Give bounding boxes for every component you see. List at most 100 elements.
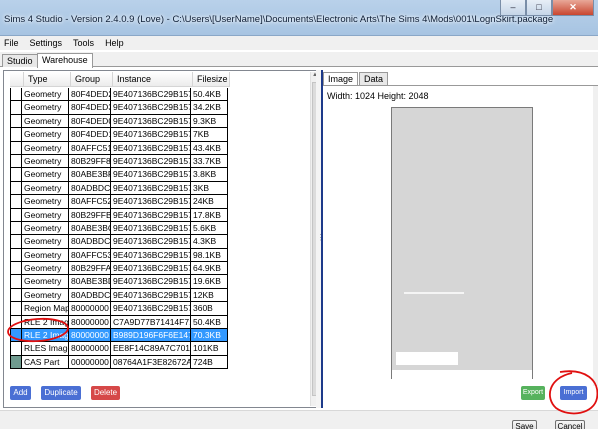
cell-type: RLE 2 Image xyxy=(22,315,69,330)
cell-group: 80ABE3BF xyxy=(69,168,111,182)
tab-data[interactable]: Data xyxy=(359,72,389,85)
row-marker xyxy=(10,114,22,129)
cell-group: 80000000 xyxy=(69,342,111,356)
row-marker xyxy=(10,154,22,169)
row-marker xyxy=(10,275,22,289)
import-button[interactable]: Import xyxy=(560,386,587,400)
cell-group: 80AFFC52 xyxy=(69,195,111,209)
table-row[interactable]: Geometry 80AFFC52 9E407136BC29B157 24KB xyxy=(10,195,228,209)
cell-type: Geometry xyxy=(22,288,69,303)
close-window-button[interactable]: ✕ xyxy=(552,0,594,16)
table-row[interactable]: Geometry 80F4DED1 9E407136BC29B157 7KB xyxy=(10,128,228,142)
title-bar: Sims 4 Studio - Version 2.4.0.9 (Love) -… xyxy=(0,0,598,36)
window-controls: – □ ✕ xyxy=(500,0,594,16)
cell-type: Geometry xyxy=(22,208,69,222)
add-button[interactable]: Add xyxy=(10,386,31,400)
cell-filesize: 43.4KB xyxy=(191,141,228,155)
table-row[interactable]: Geometry 80ADBDC5 9E407136BC29B157 4.3KB xyxy=(10,235,228,249)
table-row[interactable]: Geometry 80ADBDC4 9E407136BC29B157 12KB xyxy=(10,288,228,303)
grid-header: Type Group Instance Filesize xyxy=(10,72,230,87)
row-marker xyxy=(10,342,22,356)
cell-group: 80B29FFB xyxy=(69,208,111,222)
cell-instance: 9E407136BC29B157 xyxy=(111,195,191,209)
preview-scrollbar[interactable] xyxy=(593,86,598,386)
table-row[interactable]: Geometry 80AFFC51 9E407136BC29B157 43.4KB xyxy=(10,141,228,155)
cell-group: 80ADBDC5 xyxy=(69,235,111,249)
tab-image[interactable]: Image xyxy=(323,72,359,85)
cancel-button[interactable]: Cancel xyxy=(555,420,585,429)
cell-type: Geometry xyxy=(22,248,69,263)
cell-instance: 9E407136BC29B157 xyxy=(111,221,191,236)
header-marker xyxy=(10,72,24,87)
tab-studio[interactable]: Studio xyxy=(2,54,38,67)
table-row[interactable]: Geometry 80ABE3BF 9E407136BC29B157 3.8KB xyxy=(10,168,228,182)
table-row[interactable]: Geometry 80F4DED2 9E407136BC29B157 50.4KB xyxy=(10,88,228,102)
table-row[interactable]: Geometry 80ADBDC6 9E407136BC29B157 3KB xyxy=(10,181,228,196)
app-tab-strip: Studio Warehouse xyxy=(0,52,598,68)
table-row[interactable]: Geometry 80AFFC53 9E407136BC29B157 98.1KB xyxy=(10,248,228,263)
row-marker xyxy=(10,181,22,196)
table-row[interactable]: CAS Part 00000000 08764A1F3E82672A 724B xyxy=(10,355,228,370)
cell-group: 80ABE3BD xyxy=(69,275,111,289)
cell-instance: 9E407136BC29B157 xyxy=(111,101,191,115)
table-row[interactable]: RLE 2 Image 80000000 C7A9D77B71414F71 50.4K… xyxy=(10,315,228,330)
cell-instance: EE8F14C89A7C701A xyxy=(111,342,191,356)
header-instance[interactable]: Instance xyxy=(113,72,193,87)
tab-warehouse[interactable]: Warehouse xyxy=(37,53,93,68)
cell-instance: 9E407136BC29B157 xyxy=(111,248,191,263)
table-row[interactable]: Geometry 80F4DED3 9E407136BC29B157 34.2KB xyxy=(10,101,228,115)
cell-group: 80F4DED2 xyxy=(69,88,111,102)
preview-panel: Image Data Width: 1024 Height: 2048 xyxy=(323,70,598,408)
row-marker xyxy=(10,141,22,155)
cell-type: Region Map xyxy=(22,302,69,316)
table-row[interactable]: Region Map 80000000 9E407136BC29B157 360B xyxy=(10,302,228,316)
header-group[interactable]: Group xyxy=(71,72,113,87)
menu-tools[interactable]: Tools xyxy=(73,38,94,48)
cell-filesize: 98.1KB xyxy=(191,248,228,263)
cell-filesize: 24KB xyxy=(191,195,228,209)
table-row[interactable]: Geometry 80B29FFA 9E407136BC29B157 64.9KB xyxy=(10,262,228,276)
cell-filesize: 19.6KB xyxy=(191,275,228,289)
cell-filesize: 360B xyxy=(191,302,228,316)
cell-type: Geometry xyxy=(22,235,69,249)
row-marker xyxy=(10,262,22,276)
cell-group: 80F4DED0 xyxy=(69,114,111,129)
cell-filesize: 9.3KB xyxy=(191,114,228,129)
cell-filesize: 12KB xyxy=(191,288,228,303)
minimize-button[interactable]: – xyxy=(500,0,526,16)
row-marker xyxy=(10,221,22,236)
header-type[interactable]: Type xyxy=(24,72,71,87)
table-row[interactable]: Geometry 80ABE3BC 9E407136BC29B157 5.6KB xyxy=(10,221,228,236)
duplicate-button[interactable]: Duplicate xyxy=(41,386,81,400)
table-row[interactable]: Geometry 80ABE3BD 9E407136BC29B157 19.6KB xyxy=(10,275,228,289)
cell-filesize: 3KB xyxy=(191,181,228,196)
menu-help[interactable]: Help xyxy=(105,38,124,48)
table-row[interactable]: Geometry 80B29FF8 9E407136BC29B157 33.7KB xyxy=(10,154,228,169)
cell-type: Geometry xyxy=(22,128,69,142)
export-button[interactable]: Export xyxy=(521,386,545,400)
maximize-button[interactable]: □ xyxy=(526,0,552,16)
cell-instance: 9E407136BC29B157 xyxy=(111,88,191,102)
cell-type: RLES Image xyxy=(22,342,69,356)
cell-filesize: 4.3KB xyxy=(191,235,228,249)
menu-file[interactable]: File xyxy=(4,38,19,48)
cell-type: Geometry xyxy=(22,101,69,115)
menu-settings[interactable]: Settings xyxy=(30,38,63,48)
cell-instance: 9E407136BC29B157 xyxy=(111,181,191,196)
delete-button[interactable]: Delete xyxy=(91,386,120,400)
cell-group: 80000000 xyxy=(69,315,111,330)
table-row[interactable]: RLES Image 80000000 EE8F14C89A7C701A 101KB xyxy=(10,342,228,356)
row-marker xyxy=(10,355,22,370)
table-row[interactable]: RLE 2 Image 80000000 B989D196F6F6E147 70.3K… xyxy=(10,329,228,343)
save-button[interactable]: Save xyxy=(512,420,537,429)
cell-filesize: 3.8KB xyxy=(191,168,228,182)
cell-filesize: 5.6KB xyxy=(191,221,228,236)
cell-group: 80ABE3BC xyxy=(69,221,111,236)
cell-group: 80F4DED3 xyxy=(69,101,111,115)
table-row[interactable]: Geometry 80B29FFB 9E407136BC29B157 17.8KB xyxy=(10,208,228,222)
header-filesize[interactable]: Filesize xyxy=(193,72,230,87)
menu-bar: File Settings Tools Help xyxy=(0,36,598,50)
cell-type: Geometry xyxy=(22,262,69,276)
table-row[interactable]: Geometry 80F4DED0 9E407136BC29B157 9.3KB xyxy=(10,114,228,129)
resource-list-panel: Type Group Instance Filesize Geometry 80F… xyxy=(3,70,320,408)
